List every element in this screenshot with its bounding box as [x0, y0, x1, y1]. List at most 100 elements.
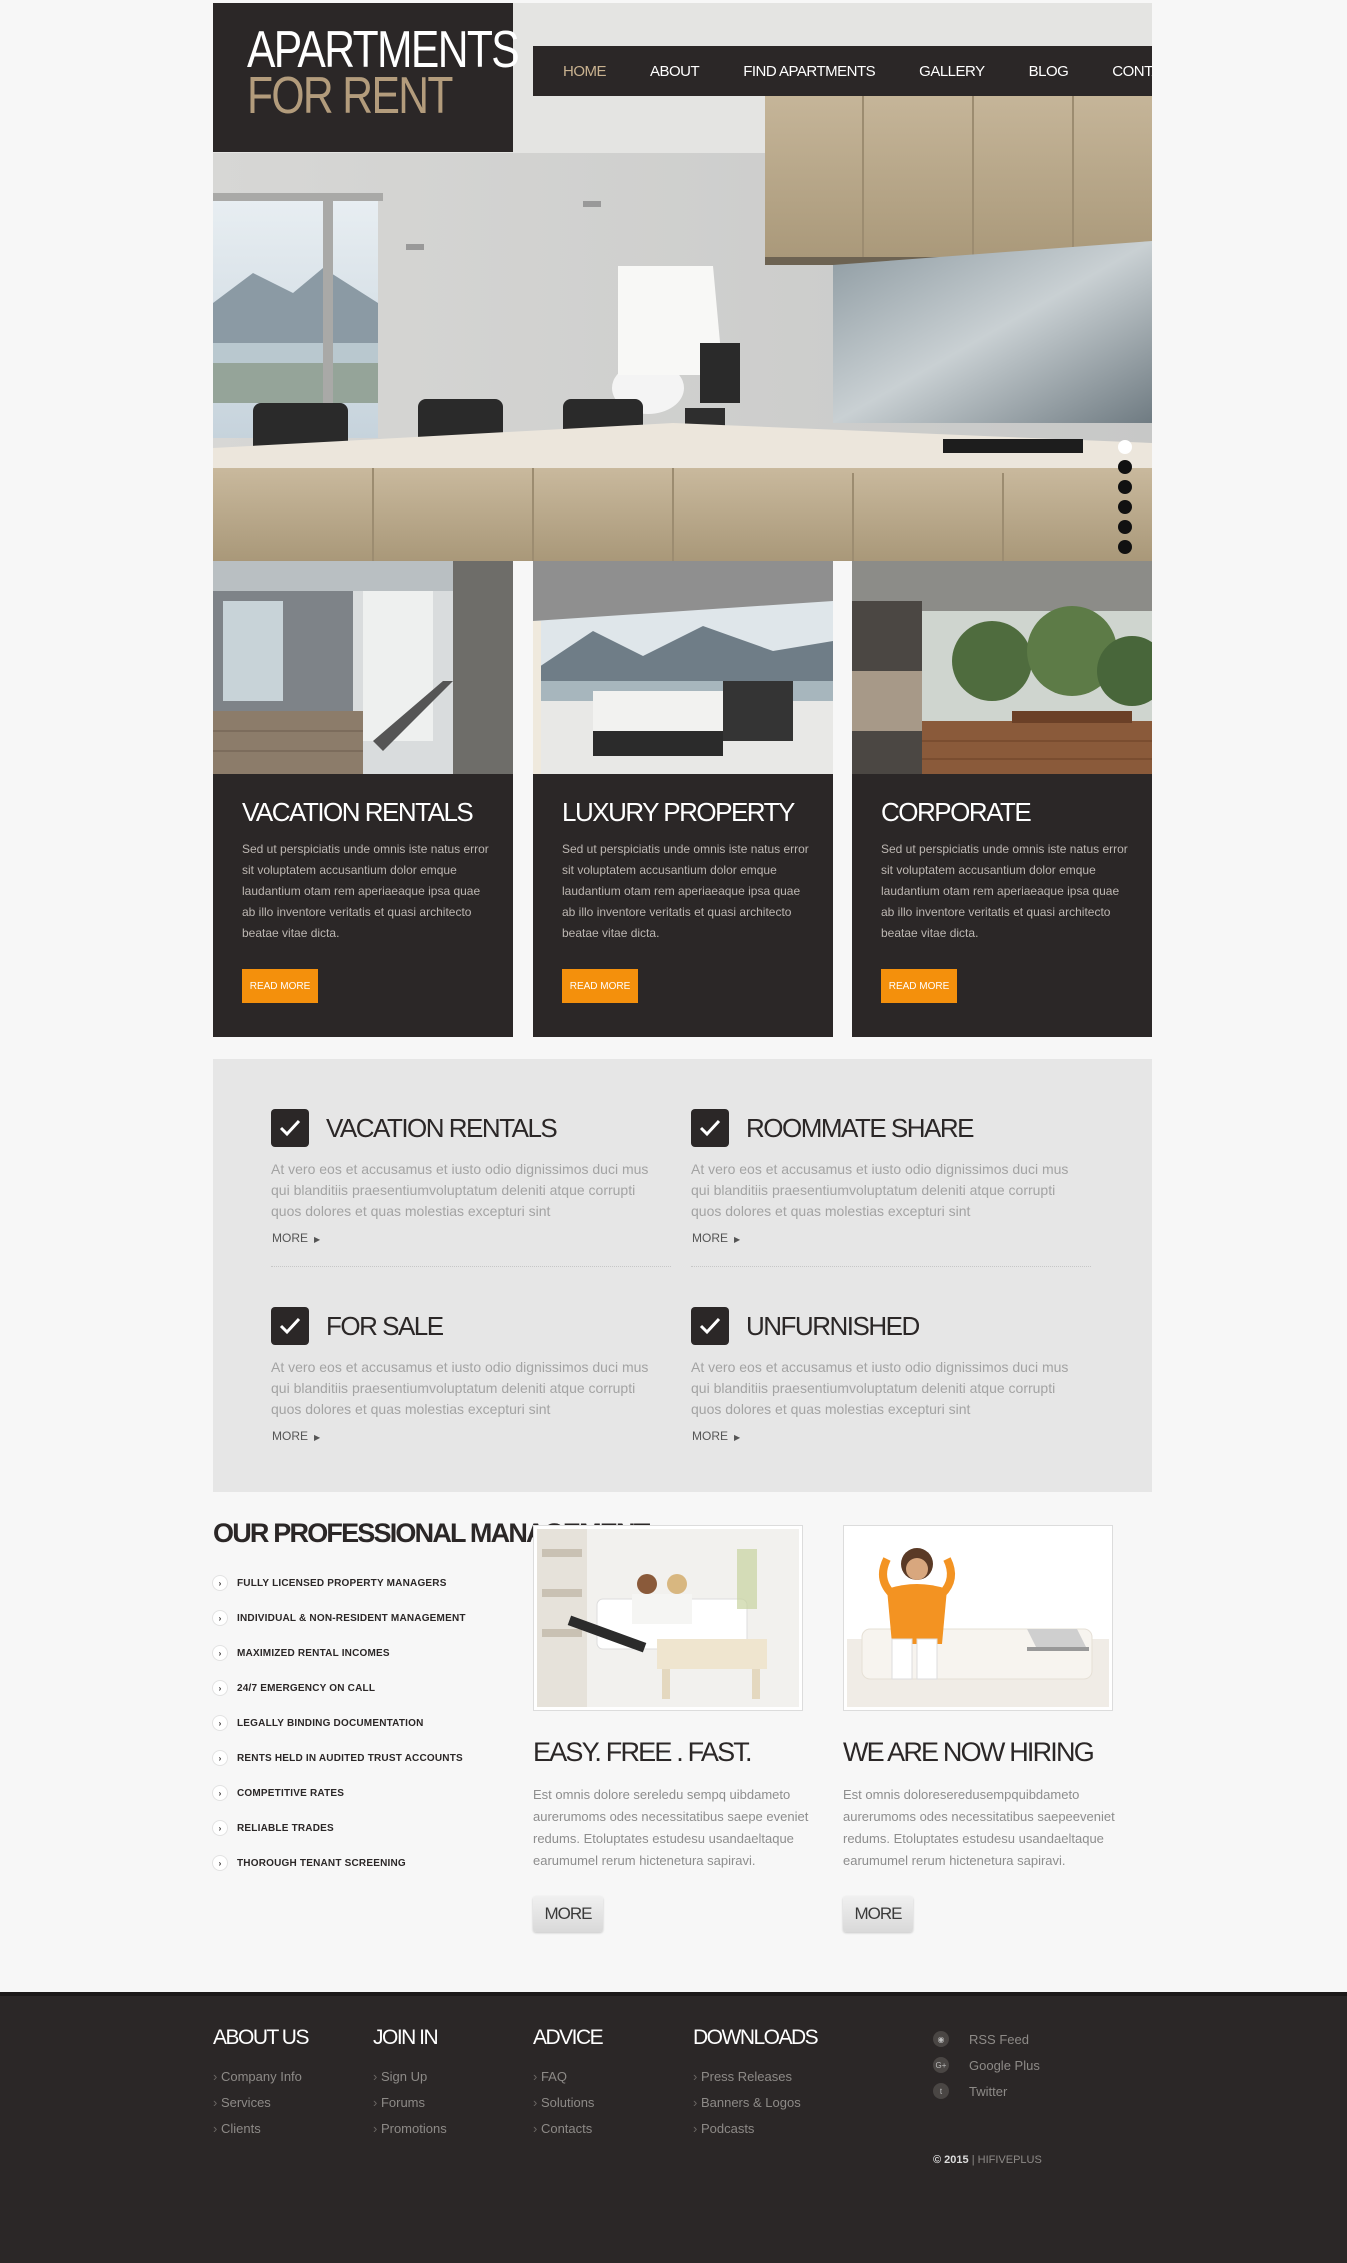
social-link-twitter[interactable]: t Twitter: [933, 2078, 1040, 2104]
list-item[interactable]: › COMPETITIVE RATES: [213, 1786, 466, 1823]
features-panel: VACATION RENTALS At vero eos et accusamu…: [213, 1059, 1152, 1492]
slider-dot[interactable]: [1118, 480, 1132, 494]
nav-contacts[interactable]: CONTACTS: [1112, 63, 1152, 80]
list-item-label: RENTS HELD IN AUDITED TRUST ACCOUNTS: [237, 1753, 463, 1764]
list-item[interactable]: › RENTS HELD IN AUDITED TRUST ACCOUNTS: [213, 1751, 466, 1788]
read-more-button[interactable]: READ MORE: [562, 969, 638, 1003]
patio-garden-image[interactable]: [852, 561, 1152, 774]
site-logo[interactable]: APARTMENTS FOR RENT: [213, 3, 520, 152]
more-link[interactable]: MORE ▶: [692, 1231, 740, 1245]
hero-slider: APARTMENTS FOR RENT HOME ABOUT FIND APAR…: [213, 3, 1152, 561]
card-text: Sed ut perspiciatis unde omnis iste natu…: [881, 842, 1128, 940]
more-button[interactable]: MORE: [843, 1896, 913, 1932]
footer-link[interactable]: Sign Up: [373, 2064, 447, 2090]
promo-text: Est omnis dolore sereledu sempq uibdamet…: [533, 1787, 809, 1868]
more-link-label: MORE: [272, 1429, 308, 1443]
more-link[interactable]: MORE ▶: [692, 1429, 740, 1443]
category-cards: VACATION RENTALS Sed ut perspiciatis und…: [213, 561, 1152, 1037]
chevron-right-icon: ›: [213, 1646, 227, 1660]
read-more-button[interactable]: READ MORE: [881, 969, 957, 1003]
arrow-right-icon: ▶: [314, 1433, 321, 1442]
slider-dot[interactable]: [1118, 540, 1132, 554]
rss-icon: ◉: [933, 2031, 949, 2047]
list-item-label: 24/7 EMERGENCY ON CALL: [237, 1683, 376, 1694]
footer-link[interactable]: Company Info: [213, 2064, 308, 2090]
checkmark-icon: [271, 1109, 309, 1147]
footer-link[interactable]: Clients: [213, 2116, 308, 2142]
couple-on-sofa-image[interactable]: [533, 1525, 803, 1711]
list-item[interactable]: › MAXIMIZED RENTAL INCOMES: [213, 1646, 466, 1683]
footer-link[interactable]: Banners & Logos: [693, 2090, 817, 2116]
divider: [691, 1266, 1091, 1267]
feature-title: FOR SALE: [326, 1311, 444, 1341]
checkmark-icon: [691, 1307, 729, 1345]
footer-link[interactable]: Press Releases: [693, 2064, 817, 2090]
nav-home[interactable]: HOME: [563, 63, 607, 80]
card-text: Sed ut perspiciatis unde omnis iste natu…: [562, 842, 809, 940]
social-label: Twitter: [969, 2083, 1008, 2099]
promo-title: WE ARE NOW HIRING: [843, 1737, 1095, 1767]
nav-blog[interactable]: BLOG: [1029, 63, 1069, 80]
arrow-right-icon: ▶: [734, 1235, 741, 1244]
slider-pagination: [1118, 440, 1132, 554]
more-link-label: MORE: [692, 1429, 728, 1443]
list-item[interactable]: › THOROUGH TENANT SCREENING: [213, 1856, 466, 1893]
chevron-right-icon: ›: [213, 1681, 227, 1695]
modern-house-image[interactable]: [213, 561, 513, 774]
footer-link[interactable]: Solutions: [533, 2090, 602, 2116]
list-item[interactable]: › 24/7 EMERGENCY ON CALL: [213, 1681, 466, 1718]
feature-title: VACATION RENTALS: [326, 1113, 558, 1143]
footer-link[interactable]: Contacts: [533, 2116, 602, 2142]
nav-gallery[interactable]: GALLERY: [919, 63, 985, 80]
more-link[interactable]: MORE ▶: [272, 1429, 320, 1443]
list-item[interactable]: › LEGALLY BINDING DOCUMENTATION: [213, 1716, 466, 1753]
slider-dot[interactable]: [1118, 500, 1132, 514]
feature-title: UNFURNISHED: [746, 1311, 920, 1341]
list-item[interactable]: › RELIABLE TRADES: [213, 1821, 466, 1858]
footer-col-join: JOIN IN Sign Up Forums Promotions: [373, 2026, 447, 2142]
footer-link[interactable]: Forums: [373, 2090, 447, 2116]
read-more-button[interactable]: READ MORE: [242, 969, 318, 1003]
slider-dot[interactable]: [1118, 460, 1132, 474]
lake-terrace-image[interactable]: [533, 561, 833, 774]
copyright-separator: |: [968, 2154, 978, 2166]
google-plus-icon: G+: [933, 2057, 949, 2073]
chevron-right-icon: ›: [213, 1786, 227, 1800]
chevron-right-icon: ›: [213, 1716, 227, 1730]
card-text: Sed ut perspiciatis unde omnis iste natu…: [242, 842, 489, 940]
slider-dot[interactable]: [1118, 520, 1132, 534]
more-button[interactable]: MORE: [533, 1896, 603, 1932]
footer-col-title: ABOUT US: [213, 2026, 309, 2049]
more-link-label: MORE: [272, 1231, 308, 1245]
social-link-google-plus[interactable]: G+ Google Plus: [933, 2052, 1040, 2078]
nav-find-apartments[interactable]: FIND APARTMENTS: [743, 63, 875, 80]
nav-about[interactable]: ABOUT: [650, 63, 700, 80]
chevron-right-icon: ›: [213, 1751, 227, 1765]
footer-link[interactable]: FAQ: [533, 2064, 602, 2090]
list-item-label: FULLY LICENSED PROPERTY MANAGERS: [237, 1578, 447, 1589]
card-vacation-rentals: VACATION RENTALS Sed ut perspiciatis und…: [213, 561, 513, 1037]
copyright-name[interactable]: HIFIVEPLUS: [978, 2154, 1042, 2166]
card-luxury-property: LUXURY PROPERTY Sed ut perspiciatis unde…: [533, 561, 833, 1037]
footer-link[interactable]: Services: [213, 2090, 308, 2116]
list-item-label: LEGALLY BINDING DOCUMENTATION: [237, 1718, 424, 1729]
list-item[interactable]: › INDIVIDUAL & NON-RESIDENT MANAGEMENT: [213, 1611, 466, 1648]
footer-link[interactable]: Promotions: [373, 2116, 447, 2142]
list-item-label: RELIABLE TRADES: [237, 1823, 334, 1834]
chevron-right-icon: ›: [213, 1821, 227, 1835]
card-title: LUXURY PROPERTY: [562, 797, 795, 827]
footer-link[interactable]: Podcasts: [693, 2116, 817, 2142]
list-item[interactable]: › FULLY LICENSED PROPERTY MANAGERS: [213, 1576, 466, 1613]
list-item-label: INDIVIDUAL & NON-RESIDENT MANAGEMENT: [237, 1613, 466, 1624]
list-item-label: COMPETITIVE RATES: [237, 1788, 345, 1799]
footer-col-advice: ADVICE FAQ Solutions Contacts: [533, 2026, 604, 2142]
woman-relaxing-image[interactable]: [843, 1525, 1113, 1711]
social-link-rss[interactable]: ◉ RSS Feed: [933, 2026, 1040, 2052]
promo-now-hiring: WE ARE NOW HIRING Est omnis doloreseredu…: [843, 1525, 1115, 1932]
divider: [271, 1266, 671, 1267]
slider-dot[interactable]: [1118, 440, 1132, 454]
arrow-right-icon: ▶: [734, 1433, 741, 1442]
feature-title: ROOMMATE SHARE: [746, 1113, 974, 1143]
feature-text: At vero eos et accusamus et iusto odio d…: [271, 1161, 649, 1219]
more-link[interactable]: MORE ▶: [272, 1231, 320, 1245]
